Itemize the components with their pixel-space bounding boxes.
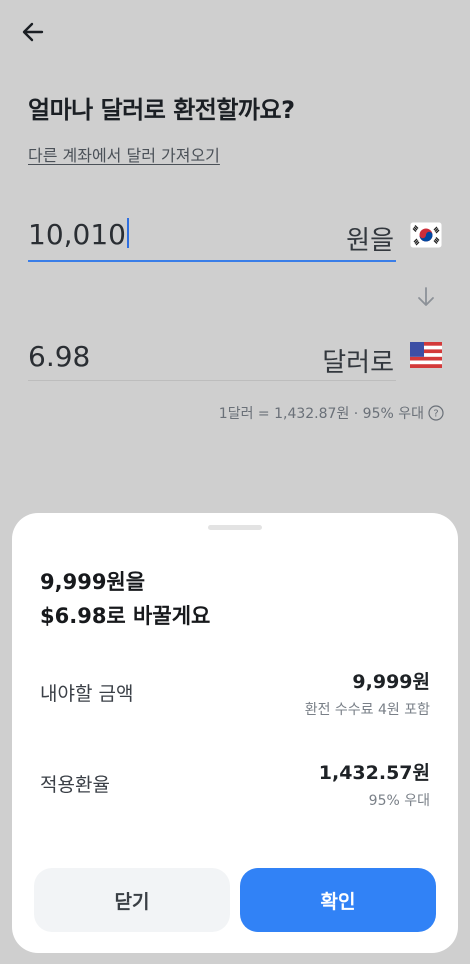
sheet-title-line1: 9,999원을: [40, 570, 146, 594]
sheet-title: 9,999원을 $6.98로 바꿀게요: [40, 565, 210, 633]
text-caret: [126, 218, 129, 248]
krw-amount-value: 10,010: [28, 218, 129, 251]
korea-flag-icon: [409, 221, 443, 249]
sheet-title-line2: $6.98로 바꿀게요: [40, 604, 211, 628]
fee-note: 환전 수수료 4원 포함: [304, 702, 430, 718]
usd-unit-label: 달러로: [322, 348, 394, 378]
pay-amount-value: 9,999원: [352, 671, 430, 693]
arrow-left-icon: [22, 22, 44, 42]
bring-dollars-link[interactable]: 다른 계좌에서 달러 가져오기: [28, 142, 220, 166]
exchange-rate-info: 1달러 = 1,432.87원 · 95% 우대 ?: [219, 403, 444, 423]
rate-discount-note: 95% 우대: [368, 793, 430, 809]
page-title: 얼마나 달러로 환전할까요?: [28, 96, 295, 124]
info-icon[interactable]: ?: [428, 405, 444, 421]
usd-amount-field[interactable]: 6.98 달러로: [28, 334, 396, 381]
krw-amount-field[interactable]: 10,010 원을: [28, 212, 396, 262]
usd-amount-value: 6.98: [28, 340, 91, 373]
confirm-bottom-sheet: 9,999원을 $6.98로 바꿀게요 내야할 금액 9,999원 환전 수수료…: [12, 513, 458, 953]
applied-rate-label: 적용환율: [40, 774, 110, 796]
confirm-button[interactable]: 확인: [240, 868, 436, 932]
exchange-rate-text: 1달러 = 1,432.87원 · 95% 우대: [218, 406, 424, 422]
close-button[interactable]: 닫기: [34, 868, 230, 932]
svg-text:?: ?: [433, 409, 438, 420]
us-flag-icon: [410, 342, 442, 368]
arrow-down-icon: [418, 287, 434, 306]
back-button[interactable]: [20, 18, 48, 46]
applied-rate-value: 1,432.57원: [318, 762, 430, 784]
krw-unit-label: 원을: [346, 226, 394, 256]
sheet-drag-handle[interactable]: [208, 525, 262, 530]
pay-amount-label: 내야할 금액: [40, 683, 134, 705]
